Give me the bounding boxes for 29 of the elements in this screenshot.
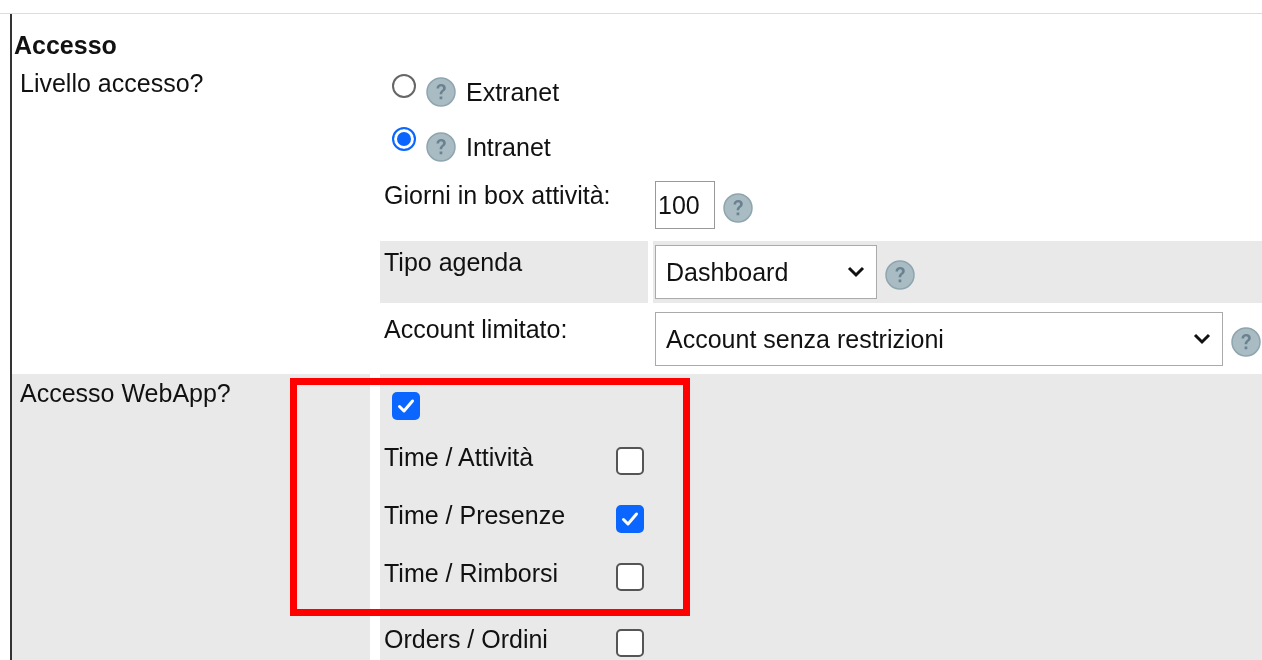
module-label: Orders / Ordini [384,625,549,653]
help-icon[interactable] [885,260,915,290]
option-label: Intranet [466,132,551,162]
dropdown[interactable]: Account senza restrizioni [655,312,1223,366]
option-label: Extranet [466,77,560,107]
radio-button[interactable] [392,127,416,151]
checkbox[interactable] [392,392,420,420]
input-field[interactable]: 100 [655,181,715,229]
radio-button[interactable] [392,74,416,98]
field-label: Tipo agenda [384,248,523,276]
help-icon[interactable] [426,77,456,107]
checkbox[interactable] [616,505,644,533]
field-label: Account limitato: [384,315,568,343]
help-icon[interactable] [1231,327,1261,357]
chevron-icon [846,265,866,279]
module-label: Time / Rimborsi [384,559,560,587]
help-icon[interactable] [723,193,753,223]
checkbox[interactable] [616,563,644,591]
field-label: Livello accesso? [20,69,204,97]
module-label: Time / Presenze [384,501,567,529]
field-label: Giorni in box attività: [384,181,611,209]
checkbox[interactable] [616,447,644,475]
checkbox[interactable] [616,629,644,657]
field-label: Accesso WebApp? [20,379,231,407]
module-label: Time / Attività [384,443,535,471]
chevron-icon [1192,332,1212,346]
dropdown[interactable]: Dashboard [655,245,877,299]
help-icon[interactable] [426,132,456,162]
section-title: Accesso [14,31,117,59]
